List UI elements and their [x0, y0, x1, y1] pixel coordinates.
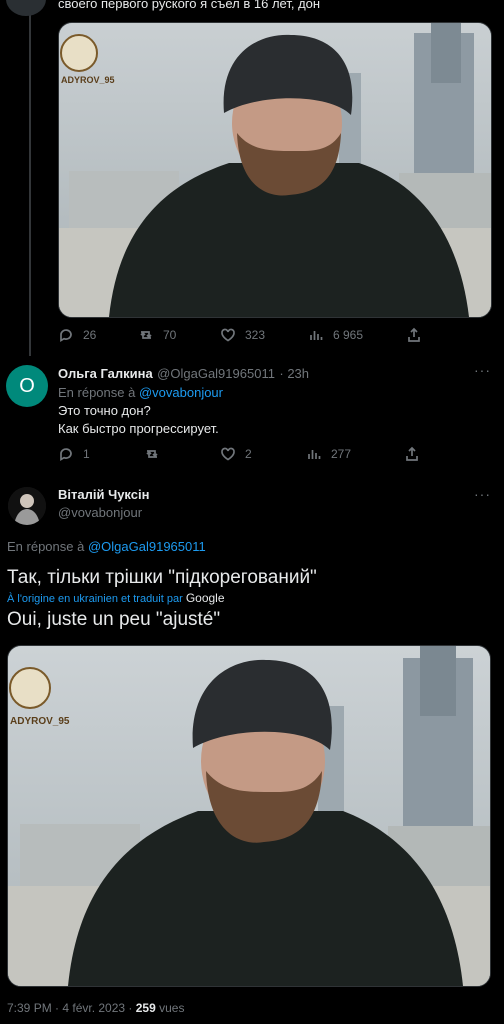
main-tweet-header: Віталій Чуксін @vovabonjour ··· — [0, 480, 504, 530]
more-options-icon[interactable]: ··· — [474, 362, 491, 378]
tweet-photo[interactable]: ADYROV_95 — [58, 22, 492, 318]
like-button[interactable]: 323 — [220, 327, 308, 343]
reply-button[interactable]: 1 — [58, 446, 144, 462]
reply-count: 26 — [83, 328, 97, 342]
like-count: 2 — [245, 447, 252, 461]
retweet-count: 70 — [163, 328, 177, 342]
tweet-actions: 1 2 277 — [58, 446, 490, 462]
tweet-text-line-1: Это точно дон? — [58, 403, 151, 418]
avatar-letter: O — [19, 374, 35, 397]
retweet-icon — [140, 331, 152, 339]
views-icon — [308, 450, 321, 459]
tweet-original-text: Так, тільки трішки "підкорегований" — [7, 567, 317, 588]
reply-tweet[interactable]: O Ольга Галкина @OlgaGal91965011 · 23h ·… — [0, 356, 504, 468]
retweet-button[interactable]: 70 — [138, 327, 220, 343]
share-icon — [406, 446, 418, 461]
share-button[interactable] — [404, 446, 420, 462]
retweet-button[interactable] — [144, 446, 220, 462]
tweet-actions: 26 70 323 6 965 — [58, 327, 490, 343]
tweet-photo[interactable]: ADYROV_95 — [7, 645, 491, 987]
tweet-text-line-2: Как быстро прогрессирует. — [58, 421, 219, 436]
watermark: ADYROV_95 — [10, 716, 70, 727]
user-handle[interactable]: @OlgaGal91965011 — [157, 366, 275, 381]
reply-count: 1 — [83, 447, 90, 461]
heart-icon — [221, 328, 235, 342]
share-button[interactable] — [406, 327, 422, 343]
reply-icon — [60, 448, 72, 462]
views-button[interactable]: 277 — [306, 446, 404, 462]
views-icon — [310, 331, 323, 340]
translation-note-link[interactable]: À l'origine en ukrainien et traduit par — [7, 593, 183, 605]
avatar-image — [8, 487, 46, 525]
display-name[interactable]: Віталій Чуксін — [58, 487, 149, 502]
retweet-icon — [146, 450, 158, 458]
tweet-time[interactable]: · 23h — [279, 366, 309, 381]
views-button[interactable]: 6 965 — [308, 327, 406, 343]
replying-to-link[interactable]: @OlgaGal91965011 — [88, 539, 206, 554]
like-button[interactable]: 2 — [220, 446, 306, 462]
tweet-translated-text: Oui, juste un peu "ajusté" — [7, 609, 221, 630]
heart-icon — [221, 447, 235, 461]
photo-image — [8, 646, 490, 986]
views-count: 259 — [135, 1001, 156, 1015]
reply-button[interactable]: 26 — [58, 327, 138, 343]
display-name[interactable]: Ольга Галкина — [58, 366, 153, 381]
view-count: 277 — [331, 447, 352, 461]
like-count: 323 — [245, 328, 266, 342]
photo-image — [59, 23, 491, 317]
tweet-text: своего первого руского я съел в 16 лет, … — [58, 0, 321, 11]
thread-line — [29, 0, 31, 356]
avatar[interactable] — [8, 487, 46, 525]
more-options-icon[interactable]: ··· — [474, 486, 491, 502]
views-label: vues — [159, 1001, 185, 1015]
replying-to-link[interactable]: @vovabonjour — [139, 385, 223, 400]
reply-icon — [60, 329, 72, 343]
translator-name: Google — [185, 591, 225, 605]
share-icon — [408, 327, 420, 342]
avatar[interactable] — [6, 0, 46, 16]
tweet-timestamp[interactable]: 7:39 PM · 4 févr. 2023 · — [7, 1001, 132, 1015]
watermark: ADYROV_95 — [61, 75, 115, 85]
replying-prefix: En réponse à — [58, 385, 136, 400]
view-count: 6 965 — [333, 328, 364, 342]
avatar[interactable]: O — [6, 365, 48, 407]
replying-prefix: En réponse à — [7, 539, 85, 554]
user-handle[interactable]: @vovabonjour — [58, 505, 142, 520]
